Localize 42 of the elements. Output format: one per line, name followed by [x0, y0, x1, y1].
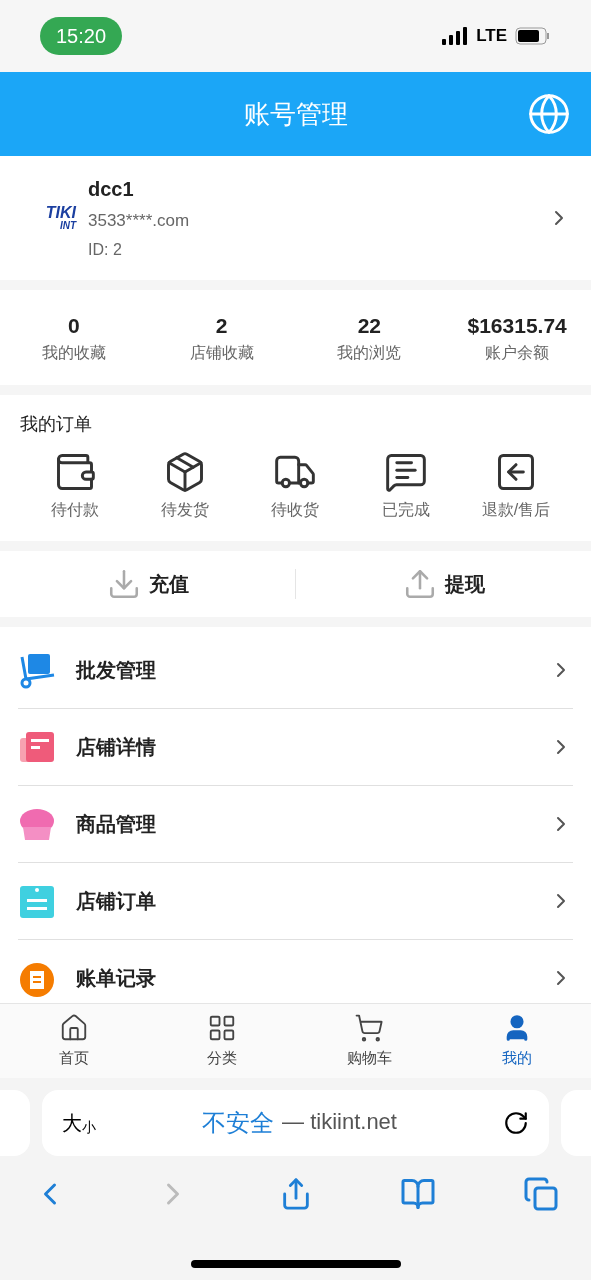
reload-icon[interactable] [503, 1110, 529, 1136]
user-name: dcc1 [88, 177, 135, 203]
menu-item[interactable]: 店铺订单 [18, 863, 573, 940]
cart-icon [18, 651, 56, 689]
menu-item[interactable]: 店铺详情 [18, 709, 573, 786]
order-status-button[interactable]: 已完成 [350, 450, 461, 522]
stat-label: 我的浏览 [337, 343, 402, 364]
stat-value: $16315.74 [467, 312, 567, 339]
signal-icon [442, 27, 469, 45]
page-title: 账号管理 [243, 97, 348, 131]
fund-button[interactable]: 提现 [296, 567, 591, 601]
user-email: 3533****.com [88, 210, 191, 233]
stat-label: 店铺收藏 [189, 343, 254, 364]
order-status-button[interactable]: 退款/售后 [460, 450, 571, 522]
fund-button[interactable]: 充值 [0, 567, 295, 601]
orders-title: 我的订单 [20, 414, 92, 434]
menu-item[interactable]: 批发管理 [18, 632, 573, 709]
stat-value: 22 [357, 312, 382, 339]
tab-item[interactable]: 购物车 [295, 1012, 444, 1070]
globe-icon[interactable] [527, 92, 571, 136]
url-text: — tikiint.net [282, 1108, 397, 1136]
tabs-icon[interactable] [523, 1176, 559, 1212]
logo-text: TIKI [45, 205, 76, 221]
tab-item[interactable]: 我的 [443, 1012, 591, 1070]
logo-subtext: INT [59, 221, 76, 231]
bookmarks-icon[interactable] [399, 1176, 436, 1212]
user-id: ID: 2 [88, 239, 123, 260]
tab-item[interactable]: 分类 [147, 1012, 296, 1070]
security-label: 不安全 [202, 1108, 275, 1138]
network-label: LTE [476, 25, 507, 48]
stat-label: 账户余额 [485, 343, 550, 364]
cart-icon [354, 1012, 385, 1043]
stat-value: 0 [68, 312, 80, 339]
tab-item[interactable]: 首页 [0, 1012, 148, 1070]
stat-value: 2 [215, 312, 228, 339]
order-status-button[interactable]: 待收货 [240, 450, 351, 522]
order-status-button[interactable]: 待付款 [20, 450, 131, 522]
menu-item[interactable]: 商品管理 [18, 786, 573, 863]
stat-label: 我的收藏 [41, 343, 106, 364]
time-pill: 15:20 [40, 17, 123, 55]
battery-icon [515, 27, 551, 45]
order-status-button[interactable]: 待发货 [130, 450, 241, 522]
